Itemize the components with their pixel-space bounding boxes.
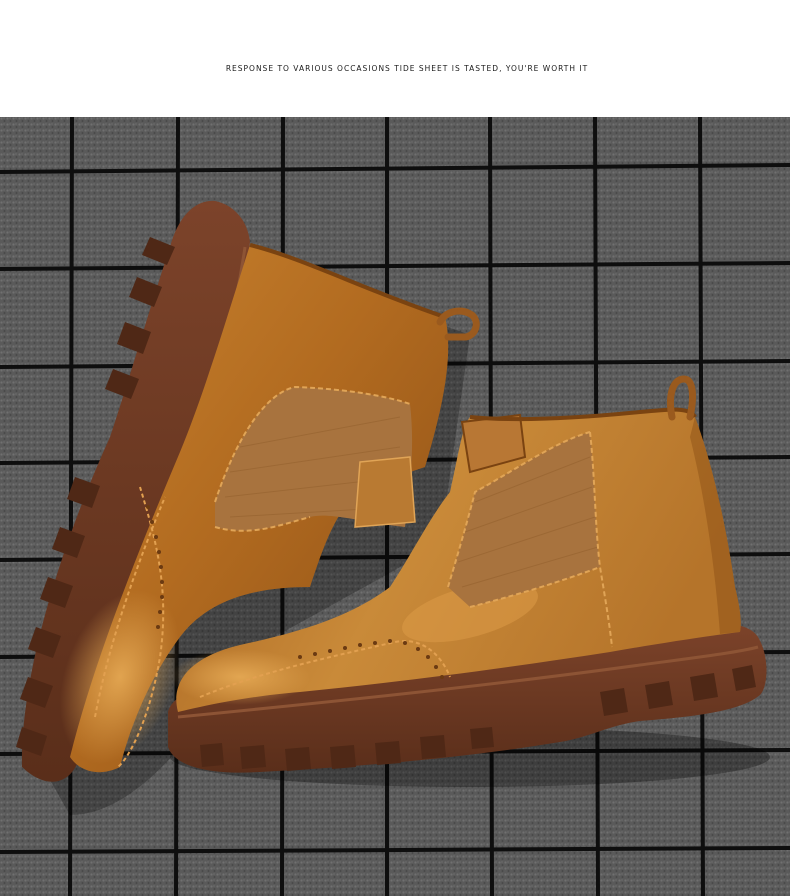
tagline-text: RESPONSE TO VARIOUS OCCASIONS TIDE SHEET… — [225, 64, 589, 73]
product-photo — [0, 117, 790, 896]
header-banner: RESPONSE TO VARIOUS OCCASIONS TIDE SHEET… — [0, 0, 790, 117]
